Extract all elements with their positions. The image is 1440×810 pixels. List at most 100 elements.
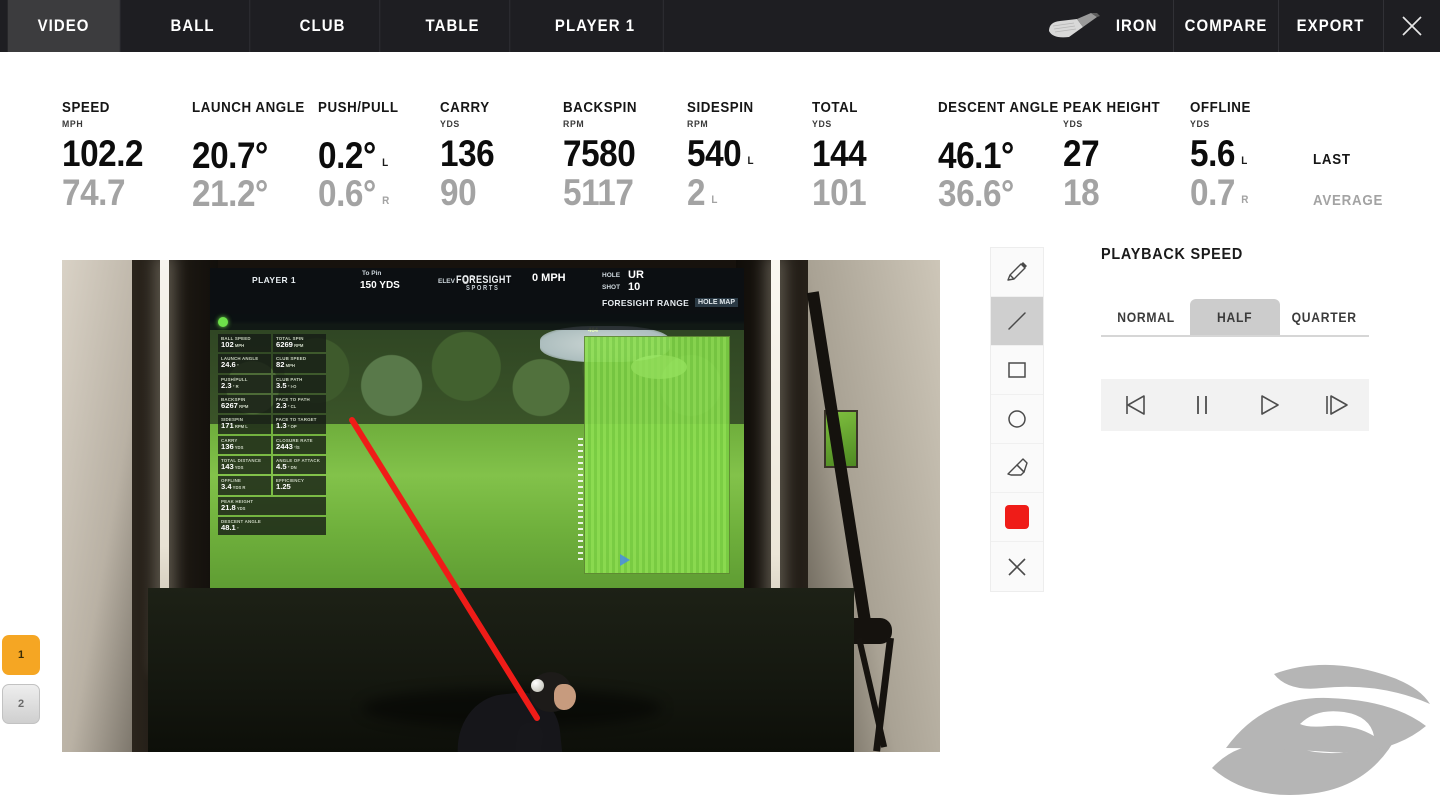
play-button[interactable]	[1242, 379, 1296, 431]
sim-stat-value: 1.25	[276, 482, 291, 492]
metric-sidespin: SIDESPIN RPM 540 L 2L	[687, 100, 760, 211]
metric-descent-angle-last: 46.1°	[938, 134, 1014, 176]
sim-stat-value: 6269 RPM	[276, 340, 304, 349]
sim-stat-value: 2.3 ° CL	[276, 401, 297, 411]
tab-table[interactable]: TABLE	[396, 0, 511, 52]
sim-stat-value: 82 MPH	[276, 360, 295, 370]
metric-speed-avg: 74.7	[62, 171, 126, 213]
sim-stats-row: BALL SPEED 102 MPH TOTAL SPIN 6269 RPM	[218, 334, 326, 353]
sim-stat-cell: BACKSPIN 6267 RPM	[218, 395, 271, 414]
metric-launch-angle-avg: 21.2°	[192, 173, 268, 215]
close-button[interactable]	[1384, 0, 1440, 52]
sim-target-green	[631, 355, 687, 379]
golfer-figure	[420, 658, 600, 752]
step-forward-button[interactable]	[1309, 379, 1363, 431]
tab-player-1[interactable]: PLAYER 1	[527, 0, 664, 52]
metric-descent-angle-avg: 36.6°	[938, 173, 1014, 215]
sim-stat-value: 102 MPH	[221, 340, 245, 349]
playback-speed-quarter[interactable]: QUARTER	[1280, 299, 1369, 335]
metric-backspin-avg: 5117	[563, 171, 634, 213]
legend-last-label: LAST	[1313, 152, 1351, 168]
sim-wind-value: 0 MPH	[532, 272, 566, 284]
playback-speed-normal[interactable]: NORMAL	[1101, 299, 1190, 335]
metric-push-pull-avg: 0.6° R	[318, 173, 389, 215]
sim-to-pin-value: 150 YDS	[360, 280, 400, 291]
metric-carry-avg: 90	[440, 171, 477, 213]
metric-total-name: TOTAL	[812, 100, 858, 116]
tab-video[interactable]: VIDEO	[7, 0, 121, 52]
tab-table-label: TABLE	[425, 16, 480, 35]
tab-ball-label: BALL	[170, 16, 215, 35]
video-player[interactable]: 464 PLAYER 1 To Pin 150 YDS ELEV 0° 0 MP…	[62, 260, 940, 752]
legend-average-label: AVERAGE	[1313, 193, 1384, 209]
color-swatch-tool[interactable]	[991, 493, 1043, 542]
export-button[interactable]: EXPORT	[1279, 0, 1384, 52]
compare-button[interactable]: COMPARE	[1174, 0, 1279, 52]
metric-total-unit: YDS	[812, 119, 832, 130]
playback-speed-half[interactable]: HALF	[1190, 299, 1280, 335]
sim-hole-label: HOLE	[602, 272, 621, 279]
sim-course-name: FORESIGHT RANGE	[602, 298, 690, 308]
pause-button[interactable]	[1175, 379, 1229, 431]
sim-stat-value: 4.5 ° DN	[276, 462, 297, 472]
sim-icon-row	[210, 314, 744, 330]
tab-club-label: CLUB	[299, 16, 346, 35]
close-icon	[1008, 557, 1026, 576]
export-label: EXPORT	[1297, 16, 1365, 35]
circle-tool[interactable]	[991, 395, 1043, 444]
camera-angle-tab-1-label: 1	[17, 649, 25, 661]
rectangle-tool[interactable]	[991, 346, 1043, 395]
eraser-tool[interactable]	[991, 444, 1043, 493]
tab-club[interactable]: CLUB	[266, 0, 381, 52]
metric-descent-angle: DESCENT ANGLE 46.1° 36.6°	[938, 100, 1069, 213]
metric-launch-angle-last: 20.7°	[192, 134, 268, 176]
sim-status-dot-icon	[218, 317, 228, 327]
metric-total: TOTAL YDS 144 101	[812, 100, 872, 211]
sim-stat-cell: EFFICIENCY 1.25	[273, 476, 326, 495]
sim-ball-flight-trace	[578, 438, 583, 562]
metric-sidespin-avg: 2L	[687, 171, 717, 213]
sim-stat-value: 48.1 °	[221, 523, 239, 533]
sim-target-area	[584, 336, 730, 574]
metric-peak-height-avg: 18	[1063, 171, 1100, 213]
sim-stat-cell: OFFLINE 3.4 YDS R	[218, 476, 271, 495]
playback-controls	[1101, 379, 1369, 431]
compare-label: COMPARE	[1184, 16, 1268, 35]
pencil-tool[interactable]	[991, 248, 1043, 297]
sim-stats-panel: BALL SPEED 102 MPH TOTAL SPIN 6269 RPM LAUNC…	[218, 334, 326, 537]
play-icon	[1260, 395, 1279, 415]
metric-sidespin-unit: RPM	[687, 119, 709, 130]
skip-back-button[interactable]	[1108, 379, 1162, 431]
playback-speed-tabs: NORMAL HALF QUARTER	[1101, 299, 1369, 337]
metric-sidespin-last: 540 L	[687, 133, 754, 174]
tab-ball[interactable]: BALL	[136, 0, 251, 52]
pause-icon	[1196, 396, 1207, 414]
camera-angle-tab-1[interactable]: 1	[2, 635, 40, 675]
line-tool[interactable]	[991, 297, 1043, 346]
club-selector[interactable]: IRON	[1034, 0, 1174, 52]
sim-stat-cell: FACE TO PATH 2.3 ° CL	[273, 395, 326, 414]
eraser-icon	[1007, 458, 1028, 476]
metric-descent-angle-unit	[938, 119, 1059, 132]
camera-angle-tab-2[interactable]: 2	[2, 684, 40, 724]
metric-push-pull-name: PUSH/PULL	[318, 100, 399, 116]
clear-drawings-tool[interactable]	[991, 542, 1043, 591]
metric-carry-name: CARRY	[440, 100, 490, 116]
sim-hole-value: UR	[628, 269, 644, 281]
metric-peak-height-name: PEAK HEIGHT	[1063, 100, 1161, 116]
playback-speed-title: PLAYBACK SPEED	[1101, 246, 1244, 263]
sim-stat-cell: PUSH/PULL 2.3 ° R	[218, 374, 271, 394]
metric-peak-height-unit: YDS	[1063, 119, 1083, 130]
club-label: IRON	[1115, 16, 1158, 35]
sim-stats-row: PUSH/PULL 2.3 ° R CLUB PATH 3.5 ° I-O	[218, 374, 326, 394]
metric-carry-unit: YDS	[440, 119, 460, 130]
metrics-legend: LAST AVERAGE	[1313, 152, 1389, 209]
golfer-face	[554, 684, 576, 710]
sim-stat-cell: BALL SPEED 102 MPH	[218, 334, 271, 353]
sim-stats-row: TOTAL DISTANCE 143 YDS ANGLE OF ATTACK 4.5 …	[218, 456, 326, 475]
sim-stats-row: CARRY 136 YDS CLOSURE RATE 2443 °/S	[218, 435, 326, 455]
sim-stats-row: LAUNCH ANGLE 24.6 ° CLUB SPEED 82 MPH	[218, 354, 326, 373]
sim-stat-value: 3.5 ° I-O	[276, 380, 297, 390]
metric-total-last: 144	[812, 133, 867, 174]
